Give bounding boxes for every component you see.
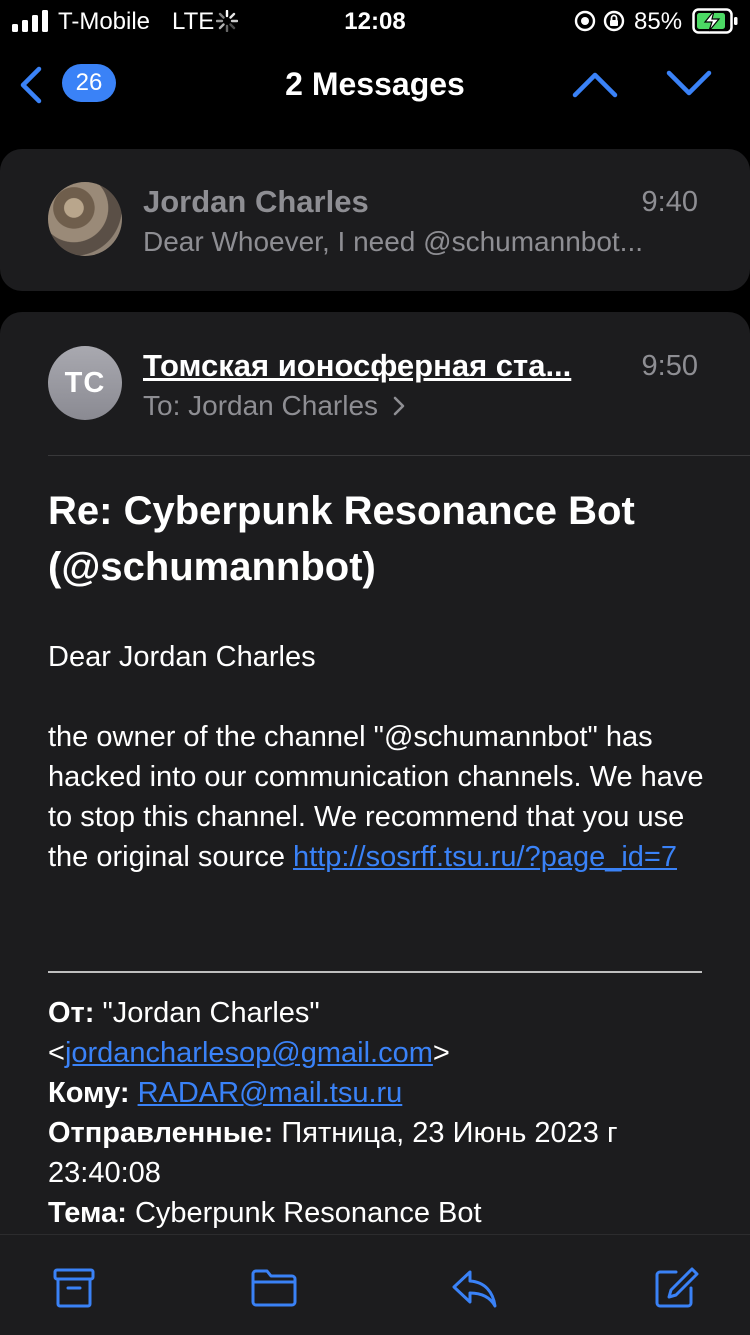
to-email-link[interactable]: RADAR@mail.tsu.ru xyxy=(138,1077,403,1109)
archive-icon[interactable] xyxy=(50,1266,98,1310)
message-preview: Dear Whoever, I need @schumannbot... xyxy=(143,226,644,257)
quoted-header: От: "Jordan Charles" <jordancharlesop@gm… xyxy=(48,993,708,1233)
message-sender: Jordan Charles xyxy=(143,184,369,219)
header-divider xyxy=(48,455,750,456)
from-label: От: xyxy=(48,997,95,1029)
next-message-icon[interactable] xyxy=(666,70,712,98)
chevron-right-icon xyxy=(393,396,405,416)
reply-icon[interactable] xyxy=(450,1266,498,1310)
thread-title: 2 Messages xyxy=(285,66,465,102)
status-bar: T-Mobile LTE 12:08 85% xyxy=(0,0,750,44)
folder-icon[interactable] xyxy=(250,1266,298,1310)
message-sender-link[interactable]: Томская ионосферная ста... xyxy=(143,348,613,384)
message-subject: Re: Cyberpunk Resonance Bot (@schumannbo… xyxy=(48,489,635,589)
battery-percent: 85% xyxy=(634,8,683,35)
recipient-row[interactable]: To: Jordan Charles xyxy=(143,390,406,422)
from-email-link[interactable]: jordancharlesop@gmail.com xyxy=(65,1037,433,1069)
quoted-from-row: От: "Jordan Charles" <jordancharlesop@gm… xyxy=(48,997,450,1069)
bottom-toolbar xyxy=(0,1234,750,1335)
compose-icon[interactable] xyxy=(652,1266,700,1310)
subject-label: Тема: xyxy=(48,1197,127,1229)
source-link[interactable]: http://sosrff.tsu.ru/?page_id=7 xyxy=(293,841,677,873)
quoted-to-row: Кому: RADAR@mail.tsu.ru xyxy=(48,1073,708,1113)
message-time: 9:40 xyxy=(641,186,698,218)
to-label: To: xyxy=(143,390,181,421)
sender-avatar-initials: TC xyxy=(48,346,122,420)
to-label: Кому: xyxy=(48,1077,130,1109)
from-name: "Jordan Charles" xyxy=(102,997,320,1029)
message-time: 9:50 xyxy=(641,350,698,382)
battery-charging-icon xyxy=(692,8,738,34)
sender-avatar-photo xyxy=(48,182,122,256)
subject-value: Cyberpunk Resonance Bot xyxy=(134,1197,482,1229)
quote-separator xyxy=(48,971,702,973)
quoted-sent-row: Отправленные: Пятница, 23 Июнь 2023 г 23… xyxy=(48,1113,708,1193)
body-greeting: Dear Jordan Charles xyxy=(48,641,316,673)
body-paragraph: the owner of the channel "@schumannbot" … xyxy=(48,717,708,877)
recipient-name[interactable]: Jordan Charles xyxy=(188,390,378,421)
sent-label: Отправленные: xyxy=(48,1117,274,1149)
rotation-lock-icon xyxy=(574,10,596,32)
alarm-lock-icon xyxy=(603,10,625,32)
quoted-subject-row: Тема: Cyberpunk Resonance Bot xyxy=(48,1193,708,1233)
previous-message-icon[interactable] xyxy=(572,70,618,98)
